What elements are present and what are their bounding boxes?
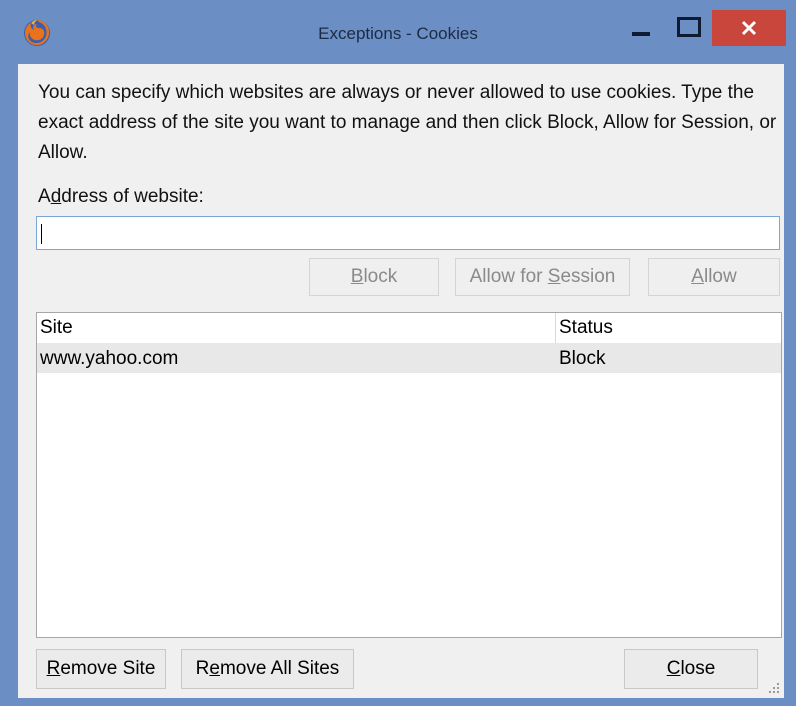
title-bar[interactable]: Exceptions - Cookies <box>0 0 796 64</box>
table-row[interactable]: www.yahoo.com Block <box>37 343 781 373</box>
resize-grip-icon[interactable] <box>768 682 780 694</box>
close-window-button[interactable] <box>712 10 786 46</box>
minimize-button[interactable] <box>616 10 662 46</box>
maximize-button[interactable] <box>664 10 710 46</box>
dialog-window: Exceptions - Cookies You can specify whi… <box>0 0 796 706</box>
maximize-icon <box>677 17 701 37</box>
column-header-site[interactable]: Site <box>40 317 73 339</box>
column-divider[interactable] <box>555 313 556 343</box>
remove-all-sites-button[interactable]: Remove All Sites <box>181 649 354 689</box>
intro-text: You can specify which websites are alway… <box>38 82 777 163</box>
allow-button[interactable]: Allow <box>648 258 780 296</box>
block-button[interactable]: Block <box>309 258 439 296</box>
close-button[interactable]: Close <box>624 649 758 689</box>
exceptions-list[interactable]: Site Status www.yahoo.com Block <box>36 312 782 638</box>
row-site: www.yahoo.com <box>40 348 179 369</box>
minimize-icon <box>632 32 650 36</box>
close-icon <box>741 20 757 36</box>
remove-site-button[interactable]: Remove Site <box>36 649 166 689</box>
list-header: Site Status <box>37 313 781 344</box>
text-caret <box>41 224 42 244</box>
column-header-status[interactable]: Status <box>559 317 613 339</box>
address-input[interactable] <box>36 216 780 250</box>
address-label: Address of website: <box>38 186 204 207</box>
row-status: Block <box>559 348 606 369</box>
allow-for-session-button[interactable]: Allow for Session <box>455 258 630 296</box>
dialog-client-area: You can specify which websites are alway… <box>18 64 784 698</box>
